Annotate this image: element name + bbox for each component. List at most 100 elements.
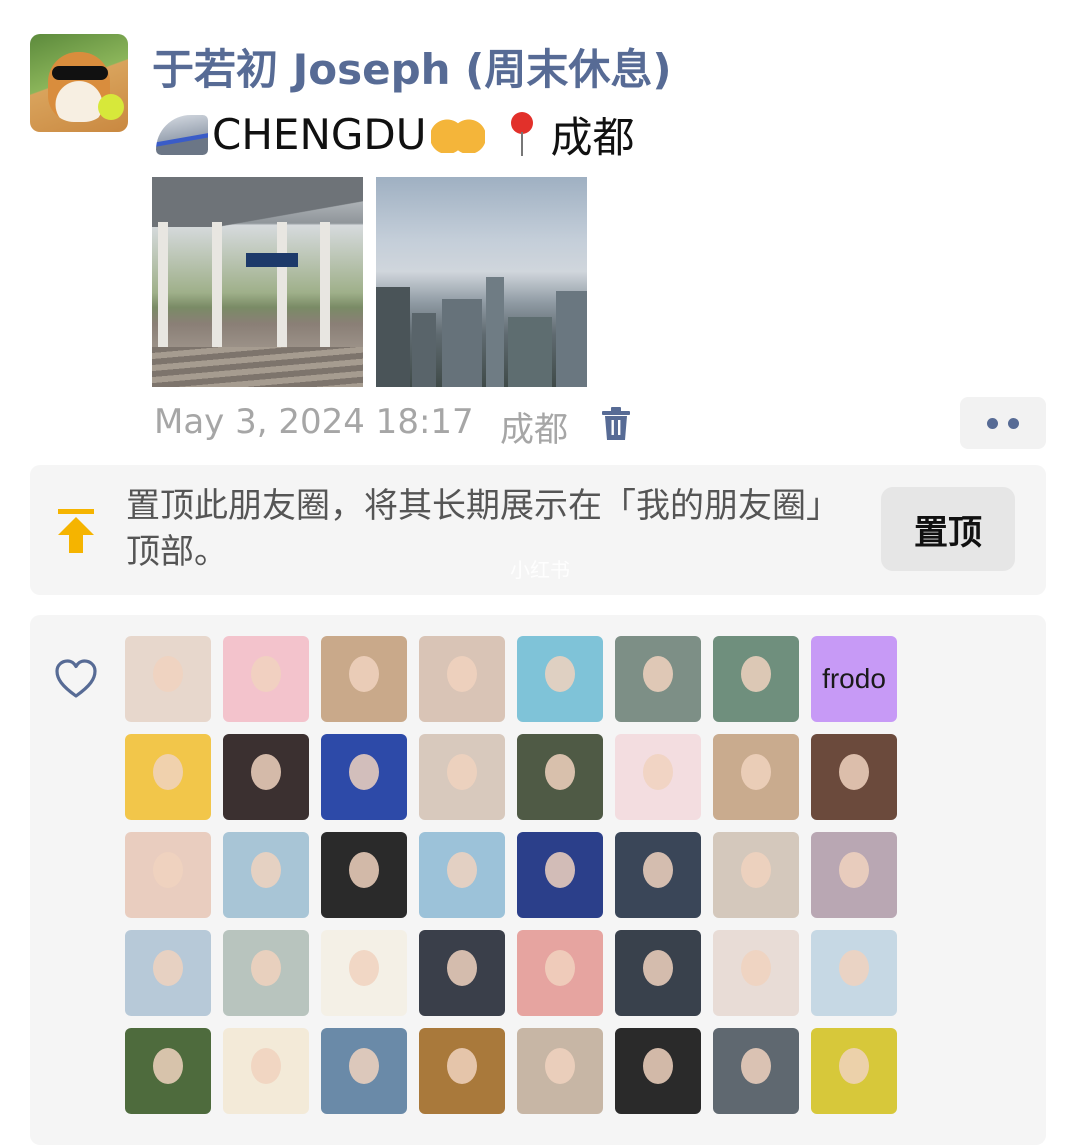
liker-avatar[interactable]	[615, 636, 701, 722]
liker-portrait	[643, 754, 673, 790]
liker-avatar[interactable]	[811, 930, 897, 1016]
liker-portrait	[447, 1048, 477, 1084]
pin-prompt-text: 置顶此朋友圈，将其长期展示在「我的朋友圈」顶部。	[126, 486, 840, 572]
liker-avatar[interactable]	[223, 1028, 309, 1114]
liker-avatar[interactable]	[419, 1028, 505, 1114]
liker-avatar[interactable]	[811, 832, 897, 918]
more-dots-icon	[987, 418, 998, 429]
post-text-city: CHENGDU	[212, 110, 427, 159]
liker-portrait	[447, 950, 477, 986]
liker-avatar[interactable]	[125, 636, 211, 722]
liker-portrait	[251, 754, 281, 790]
liker-avatar[interactable]	[419, 734, 505, 820]
liker-portrait	[349, 1048, 379, 1084]
liker-portrait	[447, 656, 477, 692]
watermark: 小红书	[510, 558, 570, 582]
liker-portrait	[741, 950, 771, 986]
liker-portrait	[643, 852, 673, 888]
liker-portrait	[643, 950, 673, 986]
more-dots-button[interactable]	[960, 397, 1046, 449]
sunglasses	[52, 66, 108, 80]
post-photo-city-skyline[interactable]	[376, 177, 587, 387]
heart-hands-icon	[430, 116, 485, 153]
liker-avatar[interactable]	[615, 1028, 701, 1114]
liker-avatar[interactable]	[321, 930, 407, 1016]
liker-avatar[interactable]	[713, 636, 799, 722]
liker-avatar[interactable]	[517, 1028, 603, 1114]
liker-avatar[interactable]	[713, 734, 799, 820]
liker-portrait	[545, 852, 575, 888]
liker-portrait	[643, 1048, 673, 1084]
liker-avatar[interactable]	[419, 636, 505, 722]
liker-avatar[interactable]	[615, 734, 701, 820]
liker-portrait	[153, 754, 183, 790]
liker-avatar[interactable]	[811, 1028, 897, 1114]
liker-avatar[interactable]	[713, 832, 799, 918]
liker-avatar[interactable]	[713, 1028, 799, 1114]
liker-portrait	[741, 852, 771, 888]
liker-portrait	[741, 1048, 771, 1084]
likes-panel: frodo	[30, 615, 1046, 1145]
liker-avatar[interactable]	[125, 832, 211, 918]
liker-portrait	[839, 950, 869, 986]
station-sign	[246, 253, 298, 267]
liker-portrait	[741, 656, 771, 692]
liker-portrait	[349, 754, 379, 790]
heart-outline-icon	[55, 659, 97, 698]
liker-portrait	[251, 1048, 281, 1084]
author-name[interactable]: 于若初 Joseph (周末休息)	[152, 36, 672, 97]
liker-portrait	[643, 656, 673, 692]
trash-icon[interactable]	[600, 406, 632, 442]
liker-avatar[interactable]	[615, 832, 701, 918]
liker-portrait	[545, 950, 575, 986]
post-text: CHENGDU 成都	[156, 104, 635, 165]
liker-avatar[interactable]	[419, 930, 505, 1016]
liker-portrait	[447, 852, 477, 888]
liker-portrait	[545, 1048, 575, 1084]
liker-portrait	[447, 754, 477, 790]
liker-portrait	[251, 656, 281, 692]
post-text-place: 成都	[550, 113, 635, 162]
liker-portrait	[839, 1048, 869, 1084]
post-timestamp: May 3, 2024 18:17	[154, 402, 474, 442]
liker-portrait	[153, 852, 183, 888]
liker-avatar[interactable]	[517, 930, 603, 1016]
liker-avatar[interactable]	[223, 930, 309, 1016]
liker-avatar[interactable]	[321, 1028, 407, 1114]
liker-portrait	[741, 754, 771, 790]
liker-portrait	[153, 656, 183, 692]
liker-avatar[interactable]	[517, 832, 603, 918]
liker-portrait	[251, 950, 281, 986]
liker-portrait	[153, 950, 183, 986]
liker-avatar[interactable]	[125, 930, 211, 1016]
liker-avatar[interactable]	[223, 636, 309, 722]
liker-avatar[interactable]	[125, 1028, 211, 1114]
liker-avatar[interactable]	[321, 734, 407, 820]
liker-avatar[interactable]	[125, 734, 211, 820]
liker-avatar[interactable]	[517, 734, 603, 820]
liker-avatar[interactable]	[517, 636, 603, 722]
liker-avatar[interactable]: frodo	[811, 636, 897, 722]
liker-portrait	[349, 950, 379, 986]
liker-avatar[interactable]	[811, 734, 897, 820]
liker-avatar[interactable]	[321, 636, 407, 722]
liker-avatar[interactable]	[713, 930, 799, 1016]
round-pushpin-icon	[507, 111, 537, 158]
liker-avatar[interactable]	[615, 930, 701, 1016]
liker-avatar[interactable]	[223, 734, 309, 820]
liker-portrait	[839, 852, 869, 888]
tennis-ball	[98, 94, 124, 120]
post-location[interactable]: 成都	[500, 402, 568, 451]
liker-portrait	[251, 852, 281, 888]
pin-to-top-button[interactable]: 置顶	[881, 487, 1015, 571]
liker-avatar[interactable]	[419, 832, 505, 918]
liker-portrait	[349, 852, 379, 888]
liker-portrait	[349, 656, 379, 692]
author-avatar[interactable]	[30, 34, 128, 132]
liker-avatar[interactable]	[223, 832, 309, 918]
post-photo-railway-platform[interactable]	[152, 177, 363, 387]
pin-to-top-icon	[58, 509, 94, 553]
liker-avatar[interactable]	[321, 832, 407, 918]
high-speed-train-icon	[156, 114, 208, 155]
liker-portrait	[839, 754, 869, 790]
